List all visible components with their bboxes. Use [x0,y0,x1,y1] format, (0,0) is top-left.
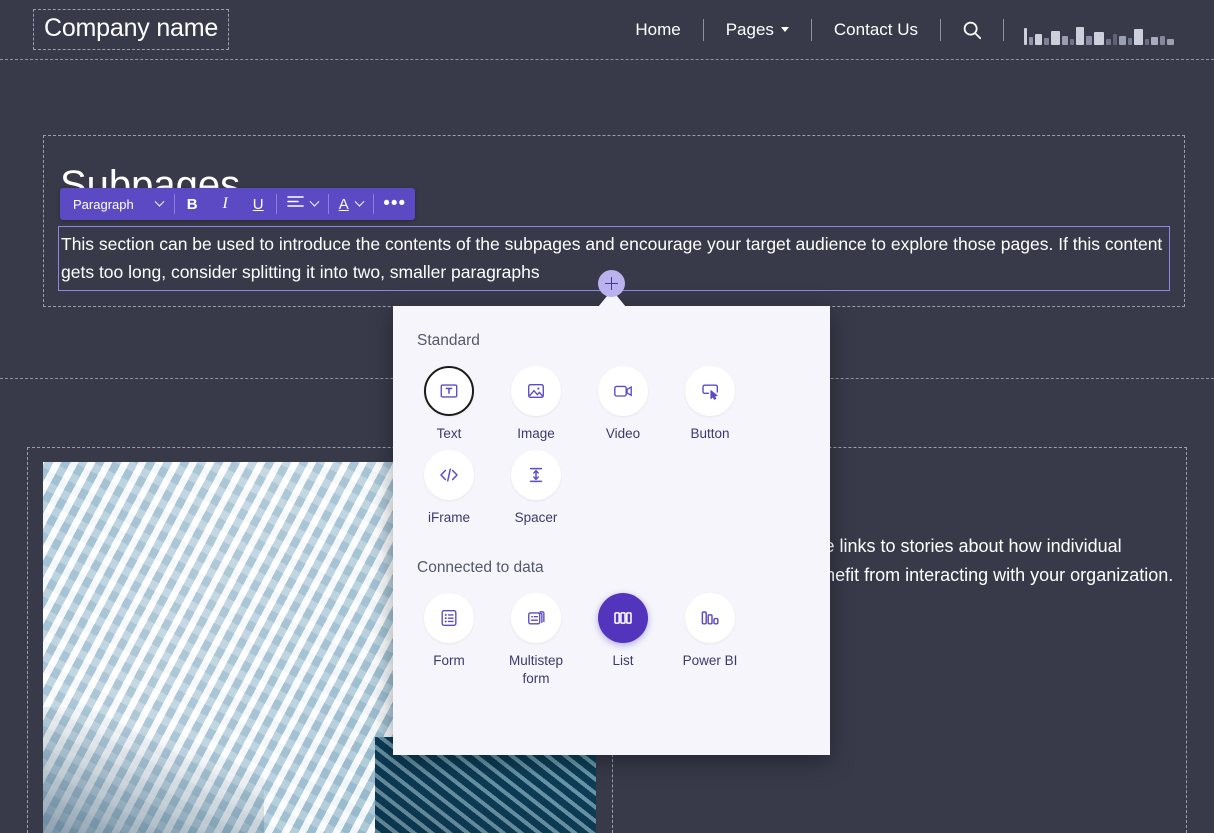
chevron-down-icon [354,196,364,206]
toolbar-divider [174,194,175,214]
picker-tile-text[interactable]: Text [408,366,490,443]
picker-tile-list[interactable]: List [582,593,664,688]
picker-tile-image-circle [511,366,561,416]
picker-tile-button[interactable]: Button [669,366,751,443]
chevron-down-icon [309,196,319,206]
picker-tile-form-label: Form [433,652,465,670]
button-icon [700,381,721,401]
toolbar-divider [276,194,277,214]
paragraph-style-label: Paragraph [73,197,134,212]
blurred-user-label[interactable] [1004,15,1190,45]
picker-tile-video-label: Video [606,425,640,443]
picker-tile-power-bi-circle [685,593,735,643]
brand-logo-text[interactable]: Company name [33,9,229,49]
picker-tiles-standard: Text Image [393,359,830,527]
picker-tile-iframe-label: iFrame [428,509,470,527]
align-dropdown[interactable] [278,188,327,220]
font-color-label: A [339,196,349,213]
text-icon [439,381,459,401]
picker-tile-form[interactable]: Form [408,593,490,688]
picker-tile-multistep-form[interactable]: Multistep form [495,593,577,688]
picker-tile-iframe-circle [424,450,474,500]
rich-text-toolbar: Paragraph B I U A ••• [60,188,415,220]
bold-button[interactable]: B [176,188,209,220]
nav-item-pages-label: Pages [726,20,774,40]
toolbar-divider [328,194,329,214]
picker-tile-spacer[interactable]: Spacer [495,450,577,527]
paragraph-style-dropdown[interactable]: Paragraph [60,188,173,220]
italic-button[interactable]: I [209,188,242,220]
multistep-form-icon [526,608,547,628]
picker-tile-list-circle [598,593,648,643]
add-component-button[interactable] [598,270,625,297]
site-header: Company name Home Pages Contact Us [0,0,1214,60]
search-button[interactable] [941,19,1003,41]
picker-tile-power-bi-label: Power BI [683,652,738,670]
nav-item-pages[interactable]: Pages [704,20,811,40]
picker-tile-text-circle [424,366,474,416]
page-editor-canvas: Company name Home Pages Contact Us [0,0,1214,833]
picker-tile-video-circle [598,366,648,416]
picker-tile-image[interactable]: Image [495,366,577,443]
more-options-button[interactable]: ••• [375,188,415,220]
align-left-icon [287,195,304,213]
picker-tile-button-label: Button [690,425,729,443]
picker-tile-video[interactable]: Video [582,366,664,443]
font-color-dropdown[interactable]: A [330,188,372,220]
toolbar-divider [373,194,374,214]
power-bi-icon [699,608,721,628]
search-icon [961,19,983,41]
glass-shadow [43,707,264,833]
picker-tile-multistep-form-circle [511,593,561,643]
video-icon [612,381,634,401]
story-column-divider [612,744,613,833]
picker-tile-image-label: Image [517,425,555,443]
underline-button[interactable]: U [242,188,275,220]
nav-item-contact-us[interactable]: Contact Us [812,20,940,40]
picker-group-title-standard: Standard [417,332,830,350]
nav-item-home-label: Home [635,20,680,40]
picker-tile-button-circle [685,366,735,416]
picker-group-title-connected-to-data: Connected to data [417,559,830,577]
main-navigation: Home Pages Contact Us [613,0,1214,59]
nav-item-contact-us-label: Contact Us [834,20,918,40]
picker-tile-iframe[interactable]: iFrame [408,450,490,527]
chevron-down-icon [154,196,164,206]
nav-item-home[interactable]: Home [613,20,702,40]
code-icon [438,465,460,485]
picker-tile-text-label: Text [437,425,462,443]
picker-tile-list-label: List [612,652,633,670]
picker-tile-form-circle [424,593,474,643]
form-icon [439,608,459,628]
picker-tile-spacer-circle [511,450,561,500]
picker-tiles-connected-to-data: Form Multistep form [393,586,830,688]
picker-tile-multistep-form-label: Multistep form [495,652,577,688]
image-icon [526,381,546,401]
list-icon [612,608,634,628]
picker-tile-spacer-label: Spacer [515,509,558,527]
chevron-down-icon [781,27,789,32]
spacer-icon [526,465,546,485]
picker-tile-power-bi[interactable]: Power BI [669,593,751,688]
component-picker-panel: Standard Text [393,306,830,755]
